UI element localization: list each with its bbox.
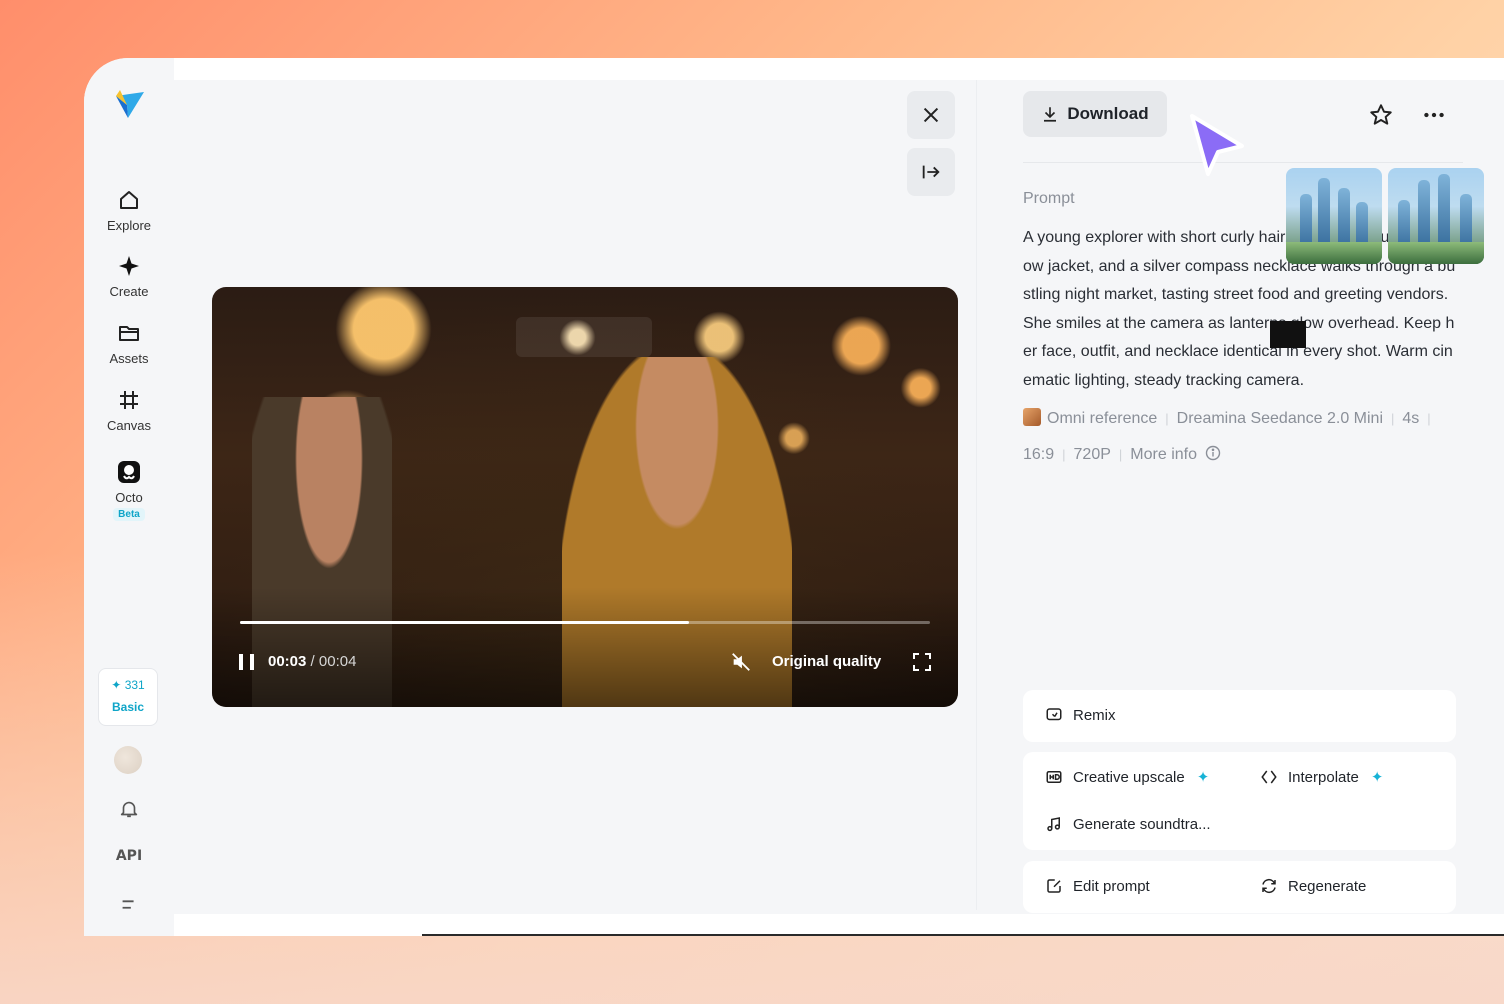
collapse-panel-icon: [922, 165, 940, 179]
sidebar-item-octo[interactable]: Octo Beta: [84, 460, 174, 521]
favorite-star-icon[interactable]: [1368, 102, 1394, 128]
interpolate-icon: [1261, 770, 1277, 784]
meta-row-2: 16:9 | 720P | More info: [1023, 445, 1221, 464]
sparkle-icon: [117, 254, 141, 278]
collapse-panel-button[interactable]: [907, 148, 955, 196]
api-link[interactable]: API: [84, 848, 174, 864]
edit-prompt-button[interactable]: Edit prompt: [1045, 877, 1150, 895]
sidebar-item-label: Canvas: [106, 418, 152, 433]
download-icon: [1044, 107, 1057, 122]
app-logo[interactable]: [114, 88, 146, 120]
avatar[interactable]: [114, 746, 142, 774]
sidebar-item-assets[interactable]: Assets: [84, 321, 174, 366]
quality-label[interactable]: Original quality: [772, 653, 881, 670]
sidebar-item-label: Assets: [109, 351, 149, 366]
omni-reference-thumb: [1023, 408, 1041, 426]
meta-reference: Omni reference: [1047, 410, 1158, 427]
reference-thumbnail[interactable]: [1388, 168, 1484, 264]
credits-sparkle-icon: ✦: [111, 678, 122, 692]
meta-resolution: 720P: [1073, 446, 1111, 463]
remix-icon: [1046, 708, 1062, 721]
video-progress-fill: [240, 621, 689, 624]
canvas-grid-icon: [117, 388, 141, 412]
sidebar-item-explore[interactable]: Explore: [84, 188, 174, 233]
regenerate-label: Regenerate: [1288, 877, 1367, 895]
panel-divider: [976, 80, 977, 910]
remix-button[interactable]: Remix: [1045, 706, 1116, 724]
meta-model: Dreamina Seedance 2.0 Mini: [1176, 410, 1383, 427]
generate-soundtrack-label: Generate soundtra...: [1073, 815, 1211, 833]
credits-value: 331: [124, 678, 145, 692]
menu-icon[interactable]: [118, 894, 140, 916]
enhance-card: [1023, 752, 1456, 850]
prompt-label: Prompt: [1023, 190, 1075, 207]
more-options-icon[interactable]: [1421, 102, 1447, 128]
regenerate-button[interactable]: Regenerate: [1260, 877, 1366, 895]
premium-sparkle-icon: ✦: [1196, 769, 1210, 786]
bottom-divider: [422, 934, 1504, 936]
fullscreen-icon[interactable]: [912, 652, 932, 672]
creative-upscale-button[interactable]: Creative upscale ✦: [1045, 768, 1209, 786]
mouse-cursor-icon: [1190, 114, 1244, 176]
credits-amount: ✦ 331: [99, 678, 157, 692]
sidebar-item-create[interactable]: Create: [84, 254, 174, 299]
video-player[interactable]: 00:03 / 00:04 Original quality: [212, 287, 958, 707]
hd-upscale-icon: [1046, 771, 1062, 783]
video-duration: / 00:04: [310, 653, 357, 670]
sidebar-item-label: Octo: [115, 490, 143, 505]
folder-icon: [117, 321, 141, 345]
interpolate-label: Interpolate: [1288, 768, 1359, 786]
mute-icon[interactable]: [730, 651, 752, 673]
reference-thumbnail[interactable]: [1286, 168, 1382, 264]
info-icon[interactable]: [1205, 445, 1221, 461]
close-icon: [923, 107, 939, 123]
edit-icon: [1047, 879, 1061, 893]
creative-upscale-label: Creative upscale: [1073, 768, 1185, 786]
meta-ratio: 16:9: [1023, 446, 1055, 463]
redaction-box: [1270, 321, 1306, 348]
meta-duration: 4s: [1402, 410, 1420, 427]
beta-badge: Beta: [113, 508, 145, 521]
bell-icon[interactable]: [118, 798, 140, 820]
download-button[interactable]: Download: [1023, 91, 1167, 137]
regenerate-icon: [1262, 878, 1276, 894]
bottom-strip: [174, 914, 1504, 936]
interpolate-button[interactable]: Interpolate ✦: [1260, 768, 1383, 786]
remix-label: Remix: [1073, 706, 1116, 724]
sidebar-item-label: Create: [109, 284, 149, 299]
video-overlay-toolbar: [516, 317, 652, 357]
home-icon: [117, 188, 141, 212]
video-time: 00:03 / 00:04: [268, 653, 356, 670]
sidebar-item-canvas[interactable]: Canvas: [84, 388, 174, 433]
video-shade: [212, 587, 958, 707]
current-time: 00:03: [268, 653, 307, 670]
sidebar: Explore Create Assets Canvas Octo Beta ✦…: [84, 58, 174, 936]
top-strip: [174, 58, 1504, 80]
premium-sparkle-icon: ✦: [1370, 769, 1384, 786]
more-info-link[interactable]: More info: [1130, 446, 1197, 463]
pause-icon[interactable]: [238, 654, 256, 670]
music-note-icon: [1047, 817, 1060, 832]
plan-label: Basic: [111, 700, 145, 714]
generate-soundtrack-button[interactable]: Generate soundtra...: [1045, 815, 1211, 833]
sidebar-item-label: Explore: [106, 218, 152, 233]
credits-widget[interactable]: ✦ 331 Basic: [98, 668, 158, 726]
octo-icon: [117, 460, 141, 484]
edit-prompt-label: Edit prompt: [1073, 877, 1150, 895]
meta-row-1: Omni reference | Dreamina Seedance 2.0 Min…: [1023, 408, 1439, 428]
video-progress-bar[interactable]: [240, 621, 930, 624]
download-label: Download: [1067, 104, 1149, 123]
close-button[interactable]: [907, 91, 955, 139]
